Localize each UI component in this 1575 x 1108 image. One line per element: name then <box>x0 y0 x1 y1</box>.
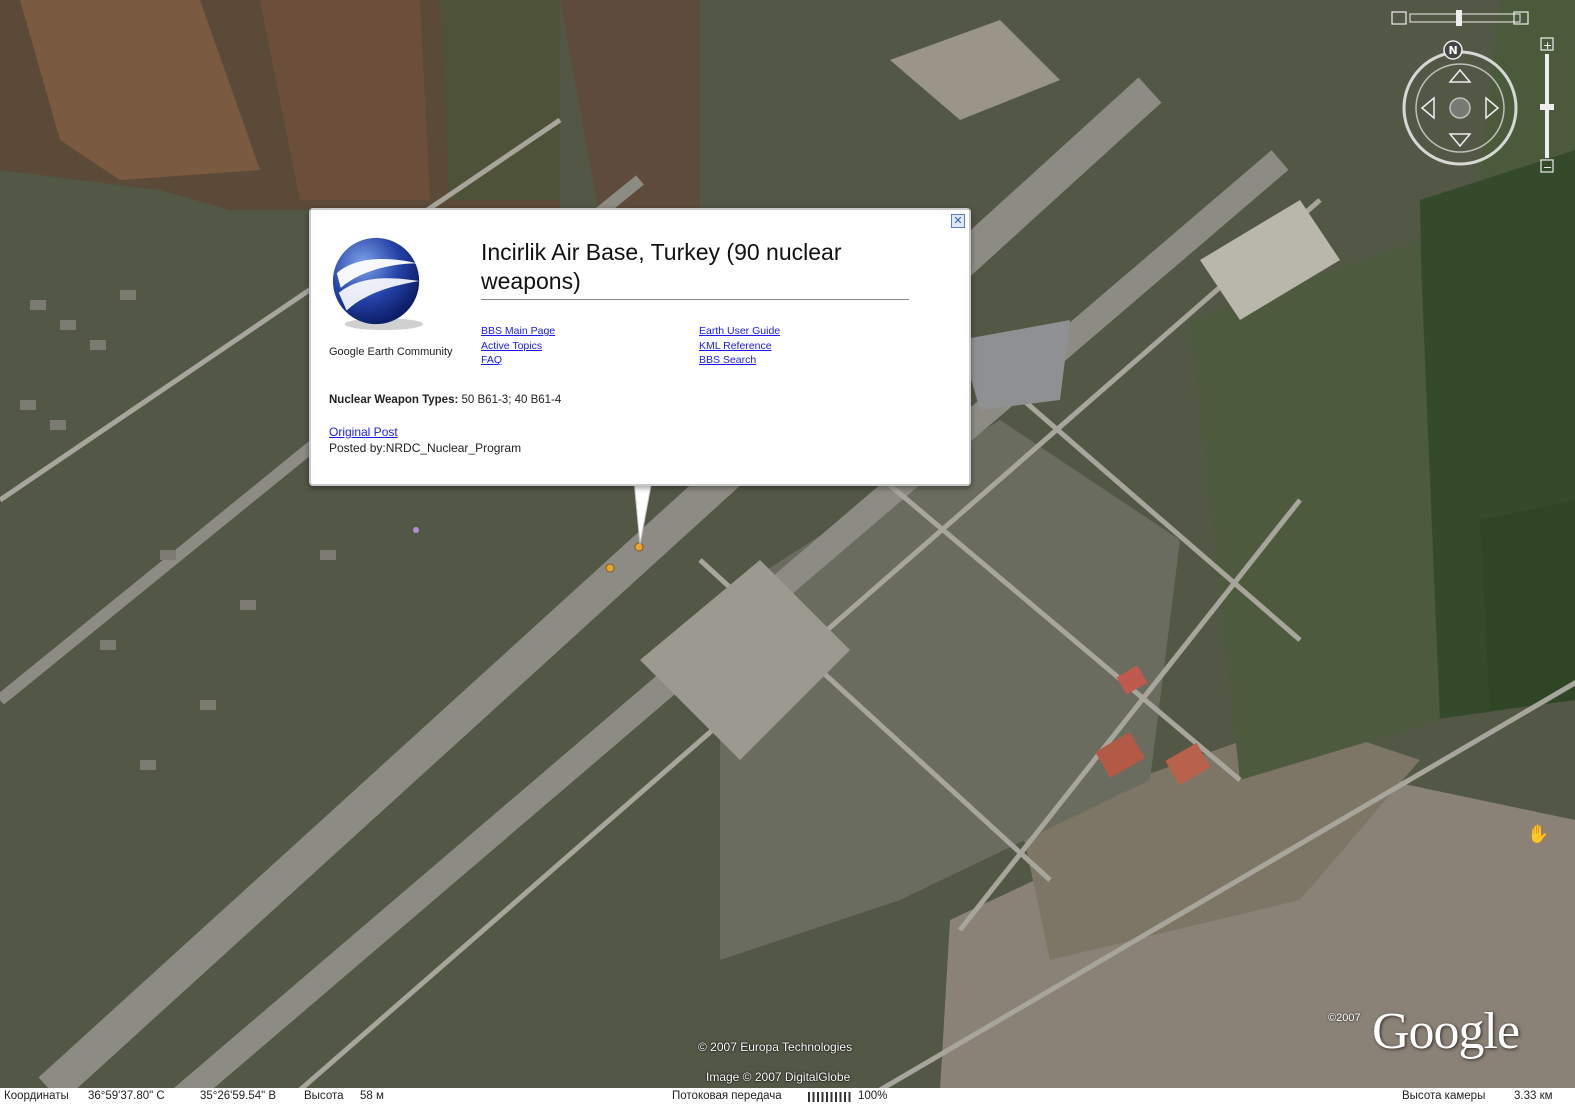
zoom-out-icon[interactable]: − <box>1543 161 1552 174</box>
camera-altitude-value: 3.33 км <box>1514 1090 1553 1102</box>
stream-bar-segment <box>808 1092 810 1102</box>
coords-label: Координаты <box>4 1090 69 1102</box>
community-label: Google Earth Community <box>329 346 453 358</box>
zoom-in-icon[interactable]: + <box>1543 39 1552 52</box>
stream-bar-segment <box>835 1092 837 1102</box>
nuclear-value: 50 B61-3; 40 B61-4 <box>461 394 562 406</box>
credit-digitalglobe: Image © 2007 DigitalGlobe <box>706 1070 851 1084</box>
satellite-map[interactable] <box>0 0 1575 1108</box>
placemark-balloon: ✕ Google Earth Community Incirlik Air Ba… <box>309 208 971 486</box>
google-earth-globe-icon <box>332 237 424 331</box>
stream-bar-segment <box>812 1092 815 1102</box>
link-faq[interactable]: FAQ <box>481 353 555 368</box>
stream-bar-segment <box>844 1092 846 1102</box>
streaming-percent: 100% <box>858 1090 888 1102</box>
elevation-label: Высота <box>304 1090 344 1102</box>
stream-bar-segment <box>826 1092 828 1102</box>
camera-altitude-label: Высота камеры <box>1402 1090 1486 1102</box>
north-label: N <box>1449 44 1458 57</box>
google-logo: Google <box>1372 1003 1520 1060</box>
streaming-progress <box>808 1092 854 1105</box>
stream-bar-segment <box>821 1092 824 1102</box>
link-earth-user-guide[interactable]: Earth User Guide <box>699 324 780 339</box>
nuclear-weapon-types: Nuclear Weapon Types: 50 B61-3; 40 B61-4 <box>329 394 561 406</box>
navigation-controls[interactable]: N + − <box>1390 8 1560 198</box>
link-kml-reference[interactable]: KML Reference <box>699 339 780 354</box>
links-left: BBS Main Page Active Topics FAQ <box>481 324 555 368</box>
stream-bar-segment <box>830 1092 833 1102</box>
look-joystick-icon[interactable] <box>1420 68 1500 148</box>
original-post-link[interactable]: Original Post <box>329 425 398 439</box>
streaming-label: Потоковая передача <box>672 1090 782 1102</box>
link-active-topics[interactable]: Active Topics <box>481 339 555 354</box>
credit-europa: © 2007 Europa Technologies <box>698 1040 853 1054</box>
zoom-slider[interactable] <box>1540 37 1554 173</box>
links-right: Earth User Guide KML Reference BBS Searc… <box>699 324 780 368</box>
nuclear-label: Nuclear Weapon Types: <box>329 394 459 406</box>
link-bbs-main-page[interactable]: BBS Main Page <box>481 324 555 339</box>
stream-bar-segment <box>839 1092 842 1102</box>
status-bar: Координаты 36°59'37.80" С 35°26'59.54" В… <box>0 1088 1575 1108</box>
balloon-pointer <box>633 480 653 545</box>
google-copyright-year: ©2007 <box>1328 1012 1361 1024</box>
latitude-value: 36°59'37.80" С <box>88 1090 165 1102</box>
close-icon[interactable]: ✕ <box>951 214 965 228</box>
longitude-value: 35°26'59.54" В <box>200 1090 277 1102</box>
hand-cursor-icon: ✋ <box>1527 824 1550 844</box>
stream-bar-segment <box>848 1092 851 1102</box>
link-bbs-search[interactable]: BBS Search <box>699 353 780 368</box>
elevation-value: 58 м <box>360 1090 384 1102</box>
placemark-title: Incirlik Air Base, Turkey (90 nuclear we… <box>481 238 909 300</box>
tilt-slider[interactable] <box>1391 10 1529 26</box>
posted-by: Posted by:NRDC_Nuclear_Program <box>329 441 522 455</box>
stream-bar-segment <box>817 1092 819 1102</box>
